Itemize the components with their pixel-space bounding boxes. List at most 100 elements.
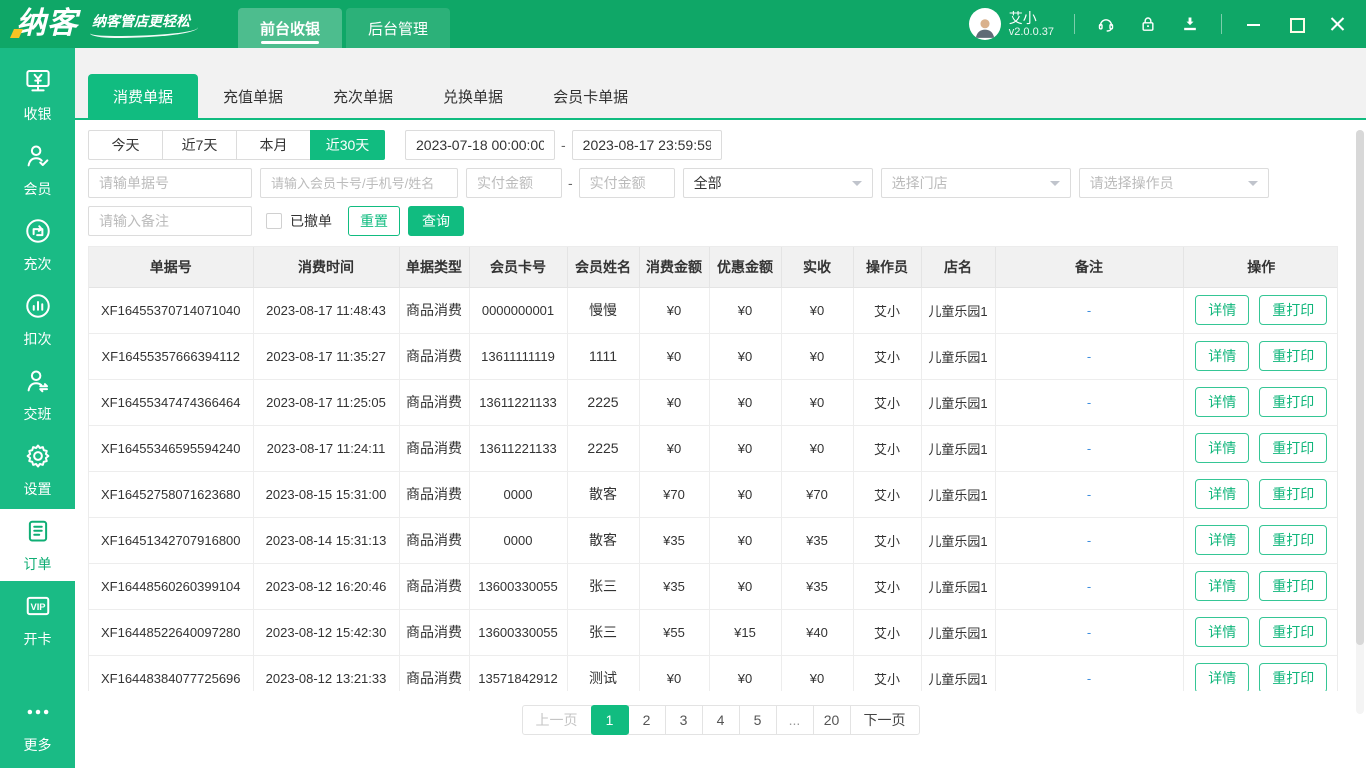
cell-remark[interactable]: - [995,655,1184,691]
detail-button[interactable]: 详情 [1195,617,1250,647]
tab-recharge-orders[interactable]: 充值单据 [198,74,308,118]
reprint-button[interactable]: 重打印 [1259,295,1328,325]
cell-order_no: XF16455357666394112 [89,333,254,380]
cell-type: 商品消费 [399,471,470,518]
reprint-button[interactable]: 重打印 [1259,433,1328,463]
sidebar-item-member[interactable]: 会员 [0,134,75,206]
topbar-tab-front-cashier[interactable]: 前台收银 [238,8,343,48]
page-button-4[interactable]: 4 [701,705,740,735]
type-select[interactable]: 全部 [682,168,873,198]
reprint-button[interactable]: 重打印 [1259,571,1328,601]
cell-amount: ¥55 [639,609,710,656]
cell-member_name: 慢慢 [567,287,640,334]
reprint-button[interactable]: 重打印 [1259,341,1328,371]
tab-member-card-orders[interactable]: 会员卡单据 [528,74,653,118]
page-button-20[interactable]: 20 [812,705,851,735]
table-row: XF16455357666394112 2023-08-17 11:35:27 商品… [89,333,1337,380]
cell-amount: ¥0 [639,287,710,334]
sidebar-item-settings[interactable]: 设置 [0,434,75,506]
tab-times-orders[interactable]: 充次单据 [308,74,418,118]
minimize-button[interactable] [1246,16,1262,32]
sidebar-item-open-vip-card[interactable]: VIP 开卡 [0,584,75,656]
reset-button[interactable]: 重置 [348,206,400,236]
reprint-button[interactable]: 重打印 [1259,617,1328,647]
page-button-1[interactable]: 1 [590,705,629,735]
quick-date-last-30-days[interactable]: 近30天 [310,130,385,160]
date-to-input[interactable] [571,130,722,160]
cell-remark[interactable]: - [995,517,1184,564]
search-button[interactable]: 查询 [408,206,464,236]
lock-icon[interactable] [1137,13,1159,35]
cell-operator: 艾小 [853,517,922,564]
detail-button[interactable]: 详情 [1195,571,1250,601]
user-info[interactable]: 艾小 v2.0.0.37 [968,8,1054,40]
reprint-button[interactable]: 重打印 [1259,387,1328,417]
sidebar-item-label: 订单 [23,556,52,572]
cell-remark[interactable]: - [995,333,1184,380]
amount-min-input[interactable] [466,168,562,198]
cell-remark[interactable]: - [995,563,1184,610]
prev-page-button[interactable]: 上一页 [521,705,592,735]
quick-date-this-month[interactable]: 本月 [236,130,311,160]
close-button[interactable] [1330,16,1346,32]
sidebar-item-deduct-times[interactable]: 扣次 [0,284,75,356]
sidebar-item-recharge-times[interactable]: 充次 [0,209,75,281]
operator-select[interactable]: 请选择操作员 [1078,168,1269,198]
sidebar-item-shift-change[interactable]: 交班 [0,359,75,431]
amount-max-input[interactable] [578,168,675,198]
cell-card_no: 0000000001 [469,287,568,334]
member-search-input[interactable] [260,168,458,198]
sidebar-item-label: 充次 [23,256,52,272]
reprint-button[interactable]: 重打印 [1259,663,1328,691]
detail-button[interactable]: 详情 [1195,663,1250,691]
column-header-11: 操作 [1183,247,1337,288]
page-button-5[interactable]: 5 [738,705,777,735]
cell-remark[interactable]: - [995,379,1184,426]
page-button-3[interactable]: 3 [664,705,703,735]
sidebar-item-cashier[interactable]: 收银 [0,59,75,131]
maximize-button[interactable] [1288,16,1305,33]
cell-store: 儿童乐园1 [921,655,996,691]
cell-remark[interactable]: - [995,471,1184,518]
cell-remark[interactable]: - [995,609,1184,656]
cell-type: 商品消费 [399,425,470,472]
cell-amount: ¥0 [639,655,710,691]
cell-remark[interactable]: - [995,287,1184,334]
reprint-button[interactable]: 重打印 [1259,479,1328,509]
cell-member_name: 张三 [567,563,640,610]
cancelled-checkbox-label: 已撤单 [290,213,332,229]
scrollbar-thumb[interactable] [1356,130,1364,645]
detail-button[interactable]: 详情 [1195,341,1250,371]
page-button-2[interactable]: 2 [627,705,666,735]
date-from-input[interactable] [405,130,555,160]
quick-date-today[interactable]: 今天 [88,130,163,160]
remark-input[interactable] [88,206,252,236]
cell-member_name: 测试 [567,655,640,691]
detail-button[interactable]: 详情 [1195,479,1250,509]
sidebar-item-label: 开卡 [23,631,52,647]
cancelled-checkbox[interactable] [266,213,282,229]
sidebar-item-more[interactable]: 更多 [0,690,75,762]
topbar-tab-back-office[interactable]: 后台管理 [346,8,451,48]
detail-button[interactable]: 详情 [1195,525,1250,555]
chevron-down-icon [1247,181,1258,191]
cell-remark[interactable]: - [995,425,1184,472]
sidebar-item-orders[interactable]: 订单 [0,509,75,581]
detail-button[interactable]: 详情 [1195,295,1250,325]
detail-button[interactable]: 详情 [1195,387,1250,417]
topbar: 纳客 纳客管店更轻松 前台收银 后台管理 艾小 v2.0.0.37 [0,0,1366,48]
tab-exchange-orders[interactable]: 兑换单据 [418,74,528,118]
order-no-input[interactable] [88,168,252,198]
cell-paid: ¥0 [781,425,854,472]
cell-discount: ¥0 [709,517,782,564]
recharge-times-icon [23,216,53,251]
quick-date-last-7-days[interactable]: 近7天 [162,130,237,160]
tab-consume-orders[interactable]: 消费单据 [88,74,199,118]
store-select[interactable]: 选择门店 [880,168,1071,198]
reprint-button[interactable]: 重打印 [1259,525,1328,555]
detail-button[interactable]: 详情 [1195,433,1250,463]
download-icon[interactable] [1179,13,1201,35]
customer-service-icon[interactable] [1095,13,1117,35]
vertical-scrollbar[interactable] [1356,130,1364,714]
next-page-button[interactable]: 下一页 [849,705,920,735]
